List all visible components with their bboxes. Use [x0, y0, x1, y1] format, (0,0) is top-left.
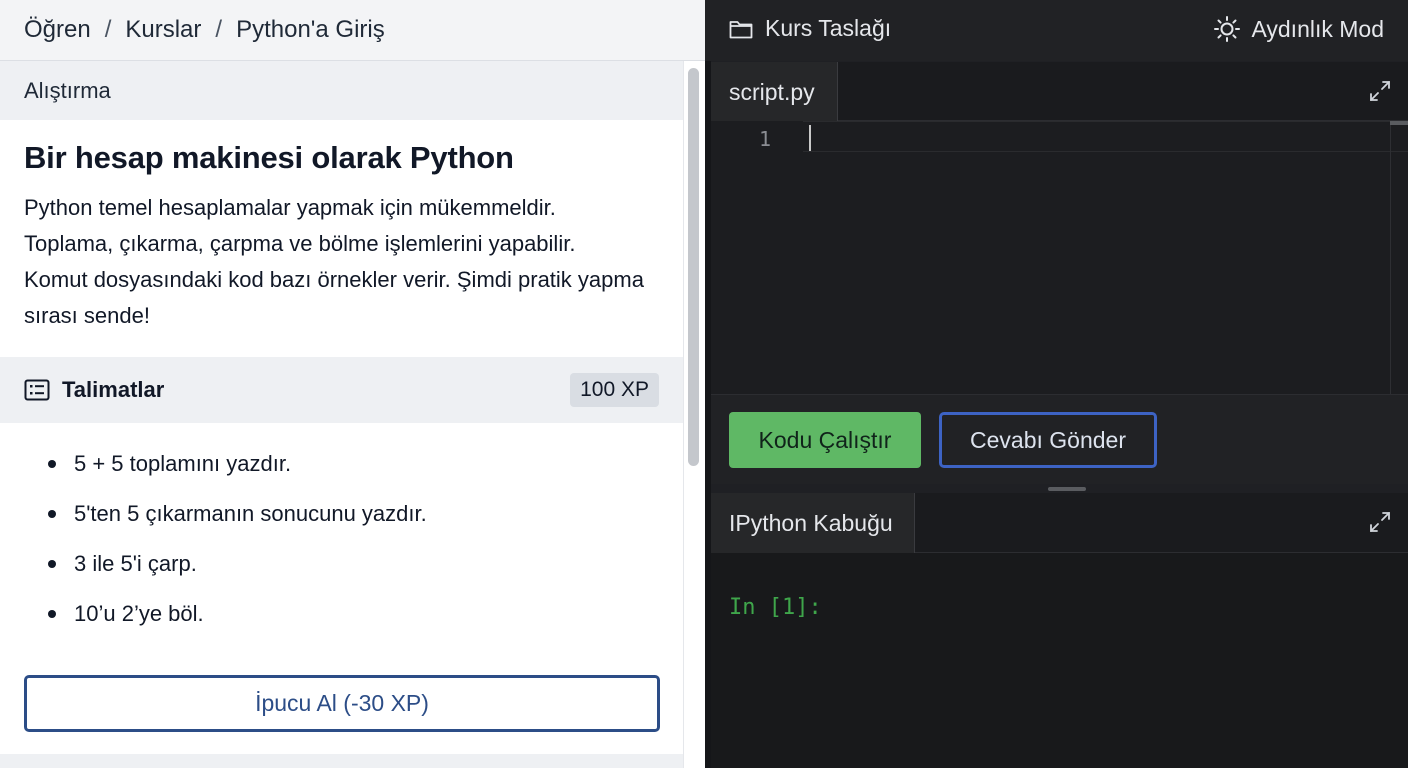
exercise-title: Bir hesap makinesi olarak Python: [24, 140, 514, 175]
workspace-pane: Kurs Taslağı Aydınlık Mod script.py 1 Ko…: [705, 0, 1408, 768]
editor-scrollbar[interactable]: [1390, 121, 1408, 394]
run-code-button[interactable]: Kodu Çalıştır: [729, 412, 921, 468]
expand-icon[interactable]: [1369, 80, 1391, 102]
exercise-scrollbar-thumb[interactable]: [688, 68, 699, 466]
instructions-header: Talimatlar 100 XP: [0, 357, 683, 423]
exercise-scroll-area: Alıştırma Bir hesap makinesi olarak Pyth…: [0, 61, 683, 768]
shell-prompt: In [1]:: [729, 595, 822, 620]
list-item: 3 ile 5'i çarp.: [48, 551, 683, 601]
course-outline-button[interactable]: Kurs Taslağı: [729, 15, 891, 42]
exercise-description: Python temel hesaplamalar yapmak için mü…: [24, 195, 644, 328]
pane-divider[interactable]: [705, 61, 711, 768]
tab-label: script.py: [729, 78, 815, 105]
instructions-list: 5 + 5 toplamını yazdır. 5'ten 5 çıkarman…: [0, 423, 683, 651]
hint-button[interactable]: İpucu Al (-30 XP): [24, 675, 660, 732]
exercise-pane: Öğren / Kurslar / Python'a Giriş Alıştır…: [0, 0, 705, 768]
breadcrumb: Öğren / Kurslar / Python'a Giriş: [0, 0, 705, 61]
course-outline-label: Kurs Taslağı: [765, 15, 892, 41]
active-line-highlight: [803, 121, 1408, 152]
list-item: 5'ten 5 çıkarmanın sonucunu yazdır.: [48, 501, 683, 551]
workspace-topbar: Kurs Taslağı Aydınlık Mod: [705, 0, 1408, 61]
tab-label: IPython Kabuğu: [729, 510, 893, 536]
text-cursor: [809, 125, 811, 151]
exercise-section-header: Alıştırma: [0, 61, 683, 120]
pane-resize-handle[interactable]: [1048, 487, 1086, 491]
xp-badge: 100 XP: [570, 373, 659, 407]
list-item: 10’u 2’ye böl.: [48, 601, 683, 651]
light-mode-toggle[interactable]: Aydınlık Mod: [1213, 15, 1384, 43]
submit-answer-button[interactable]: Cevabı Gönder: [939, 412, 1157, 468]
tab-script-py[interactable]: script.py: [711, 62, 838, 122]
code-editor[interactable]: 1: [711, 121, 1408, 394]
expand-icon[interactable]: [1369, 511, 1391, 533]
action-bar: Kodu Çalıştır Cevabı Gönder: [705, 394, 1408, 484]
tab-ipython-shell[interactable]: IPython Kabuğu: [711, 493, 915, 554]
instructions-title: Talimatlar: [62, 377, 165, 402]
next-section-strip: [0, 754, 683, 768]
ipython-shell[interactable]: In [1]:: [711, 553, 1408, 768]
editor-tabbar: script.py: [711, 62, 1408, 122]
list-item: 5 + 5 toplamını yazdır.: [48, 451, 683, 501]
breadcrumb-separator: /: [215, 16, 223, 43]
breadcrumb-item-learn[interactable]: Öğren: [24, 16, 91, 44]
folder-icon: [729, 20, 753, 38]
breadcrumb-item-course[interactable]: Python'a Giriş: [236, 16, 385, 44]
breadcrumb-item-courses[interactable]: Kurslar: [125, 16, 201, 44]
exercise-section-label: Alıştırma: [24, 77, 111, 103]
breadcrumb-separator: /: [104, 16, 112, 43]
light-mode-label: Aydınlık Mod: [1251, 15, 1384, 42]
shell-tabbar: IPython Kabuğu: [711, 493, 1408, 554]
sun-icon: [1214, 16, 1241, 42]
list-icon: [24, 379, 50, 401]
exercise-body: Bir hesap makinesi olarak Python Python …: [0, 120, 683, 357]
line-number: 1: [759, 127, 772, 151]
editor-scrollbar-thumb[interactable]: [1390, 121, 1408, 125]
